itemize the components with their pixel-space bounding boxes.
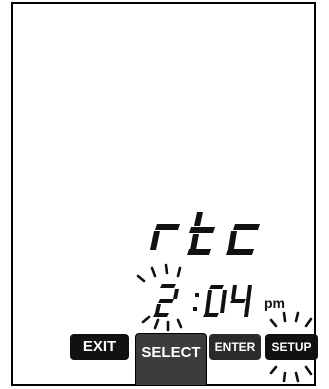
time-colon: [193, 293, 199, 311]
setup-button[interactable]: SETUP: [265, 334, 318, 360]
enter-button[interactable]: ENTER: [209, 334, 261, 360]
meridiem-indicator: pm: [264, 295, 285, 311]
hour-digit: [153, 284, 179, 317]
time-display: [136, 263, 313, 383]
exit-button[interactable]: EXIT: [70, 334, 129, 360]
select-button[interactable]: SELECT: [135, 333, 207, 386]
minute-digit-tens: [203, 285, 227, 317]
minute-digit-ones: [230, 285, 252, 317]
